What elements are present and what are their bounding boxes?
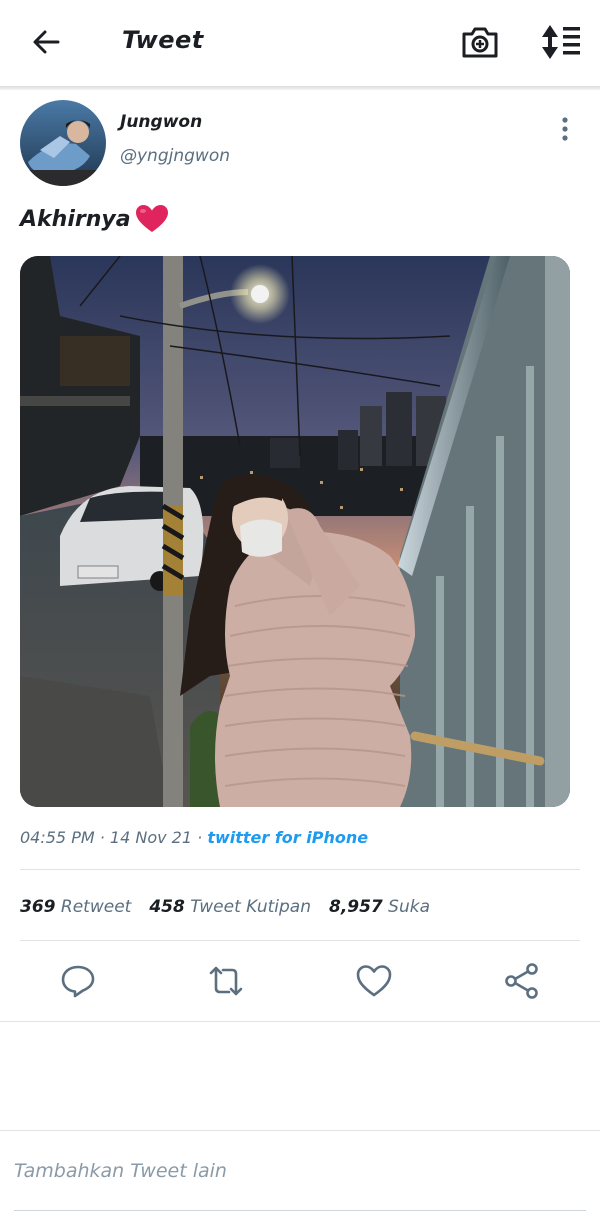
retweet-label: Retweet <box>60 897 132 917</box>
like-label: Suka <box>388 897 430 917</box>
back-arrow-icon <box>33 30 60 54</box>
top-bar <box>0 0 600 86</box>
divider <box>0 1130 600 1131</box>
divider <box>20 869 580 870</box>
tweet-photo[interactable] <box>20 256 570 807</box>
like-button[interactable] <box>355 962 393 1000</box>
back-button[interactable] <box>28 24 64 60</box>
user-handle[interactable]: @yngjngwon <box>120 146 230 166</box>
sort-button[interactable] <box>538 22 582 62</box>
tweet-date: 14 Nov 21 <box>109 828 193 847</box>
composer-underline <box>14 1210 586 1211</box>
top-bar-divider <box>0 86 600 90</box>
like-count-link[interactable]: 8,957 Suka <box>329 897 430 917</box>
quote-count: 458 <box>149 897 185 917</box>
page-title: Tweet <box>122 26 204 54</box>
quote-label: Tweet Kutipan <box>190 897 311 917</box>
share-icon <box>505 963 538 999</box>
divider <box>20 940 580 941</box>
avatar[interactable] <box>20 100 106 186</box>
tweet-text: Akhirnya <box>20 206 131 232</box>
quote-count-link[interactable]: 458 Tweet Kutipan <box>149 897 311 917</box>
reply-icon <box>61 965 95 998</box>
like-count: 8,957 <box>328 897 383 917</box>
tweet-time: 04:55 PM <box>20 828 95 847</box>
more-options-button[interactable] <box>552 116 578 142</box>
meta-separator: · <box>197 828 208 847</box>
share-button[interactable] <box>503 962 541 1000</box>
reply-button[interactable] <box>59 962 97 1000</box>
retweet-icon <box>209 966 243 996</box>
tweet-meta: 04:55 PM · 14 Nov 21 · twitter for iPhon… <box>20 828 368 847</box>
heart-emoji-icon <box>135 205 168 232</box>
more-vertical-icon <box>562 117 568 141</box>
retweet-count-link[interactable]: 369 Retweet <box>20 897 131 917</box>
display-name[interactable]: Jungwon <box>120 112 202 132</box>
retweet-button[interactable] <box>207 962 245 1000</box>
tweet-stats: 369 Retweet 458 Tweet Kutipan 8,957 Suka <box>20 897 430 917</box>
retweet-count: 369 <box>20 897 56 917</box>
tweet-text-row: Akhirnya <box>20 204 169 234</box>
camera-plus-icon <box>462 27 498 58</box>
camera-button[interactable] <box>460 22 500 62</box>
like-icon <box>356 965 392 997</box>
add-tweet-input[interactable]: Tambahkan Tweet lain <box>14 1160 227 1182</box>
tweet-source-link[interactable]: twitter for iPhone <box>207 828 368 847</box>
meta-separator: · <box>99 828 110 847</box>
divider <box>0 1021 600 1022</box>
sort-icon <box>542 25 580 59</box>
